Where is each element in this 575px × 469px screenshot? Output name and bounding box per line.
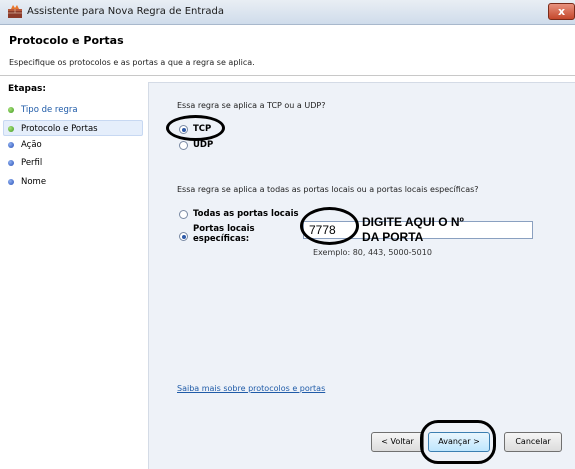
- wizard-content: Essa regra se aplica a TCP ou a UDP? TCP…: [148, 82, 575, 469]
- specific-ports-label-line2: específicas:: [193, 234, 250, 244]
- ports-question: Essa regra se aplica a todas as portas l…: [177, 185, 479, 194]
- window-title: Assistente para Nova Regra de Entrada: [27, 6, 225, 17]
- all-ports-radio[interactable]: [179, 210, 188, 219]
- sidebar-item-label: Perfil: [21, 158, 43, 168]
- ports-example: Exemplo: 80, 443, 5000-5010: [313, 248, 432, 257]
- sidebar-item-label: Tipo de regra: [21, 105, 78, 115]
- specific-ports-label[interactable]: Portas locais específicas:: [193, 224, 255, 244]
- sidebar-item-label: Nome: [21, 177, 47, 187]
- step-pending-icon: [8, 141, 14, 148]
- all-ports-label[interactable]: Todas as portas locais: [193, 209, 299, 219]
- udp-radio[interactable]: [179, 141, 188, 150]
- learn-more-link[interactable]: Saiba mais sobre protocolos e portas: [177, 384, 325, 393]
- specific-ports-radio[interactable]: [179, 232, 188, 241]
- annotation-line-1: DIGITE AQUI O Nº: [362, 215, 464, 229]
- step-current-icon: [8, 125, 14, 132]
- steps-title: Etapas:: [8, 84, 46, 94]
- annotation-line-2: DA PORTA: [362, 230, 424, 244]
- steps-sidebar: Etapas: Tipo de regra Protocolo e Portas…: [0, 76, 148, 468]
- firewall-app-icon: [8, 5, 22, 18]
- sidebar-item-tipo-de-regra[interactable]: Tipo de regra: [8, 105, 78, 115]
- back-button[interactable]: < Voltar: [371, 432, 424, 452]
- sidebar-item-acao: Ação: [8, 140, 42, 150]
- sidebar-item-protocolo-e-portas[interactable]: Protocolo e Portas: [3, 120, 143, 136]
- step-pending-icon: [8, 178, 14, 185]
- sidebar-item-label: Ação: [21, 140, 42, 150]
- page-title: Protocolo e Portas: [9, 34, 124, 47]
- highlight-circle-tcp: [166, 115, 225, 141]
- sidebar-item-perfil: Perfil: [8, 158, 42, 168]
- highlight-circle-next: [420, 420, 496, 464]
- annotation-text: DIGITE AQUI O Nº DA PORTA: [362, 215, 522, 245]
- udp-label[interactable]: UDP: [193, 140, 213, 150]
- wizard-header: Protocolo e Portas Especifique os protoc…: [0, 25, 575, 76]
- step-pending-icon: [8, 159, 14, 166]
- specific-ports-label-line1: Portas locais: [193, 224, 255, 234]
- sidebar-item-nome: Nome: [8, 177, 46, 187]
- step-done-icon: [8, 106, 14, 113]
- highlight-circle-port: [300, 207, 359, 245]
- page-subtitle: Especifique os protocolos e as portas a …: [9, 58, 255, 67]
- close-button[interactable]: x: [548, 3, 575, 20]
- protocol-question: Essa regra se aplica a TCP ou a UDP?: [177, 101, 326, 110]
- title-bar: Assistente para Nova Regra de Entrada x: [0, 0, 575, 25]
- sidebar-item-label: Protocolo e Portas: [21, 124, 98, 134]
- cancel-button[interactable]: Cancelar: [504, 432, 562, 452]
